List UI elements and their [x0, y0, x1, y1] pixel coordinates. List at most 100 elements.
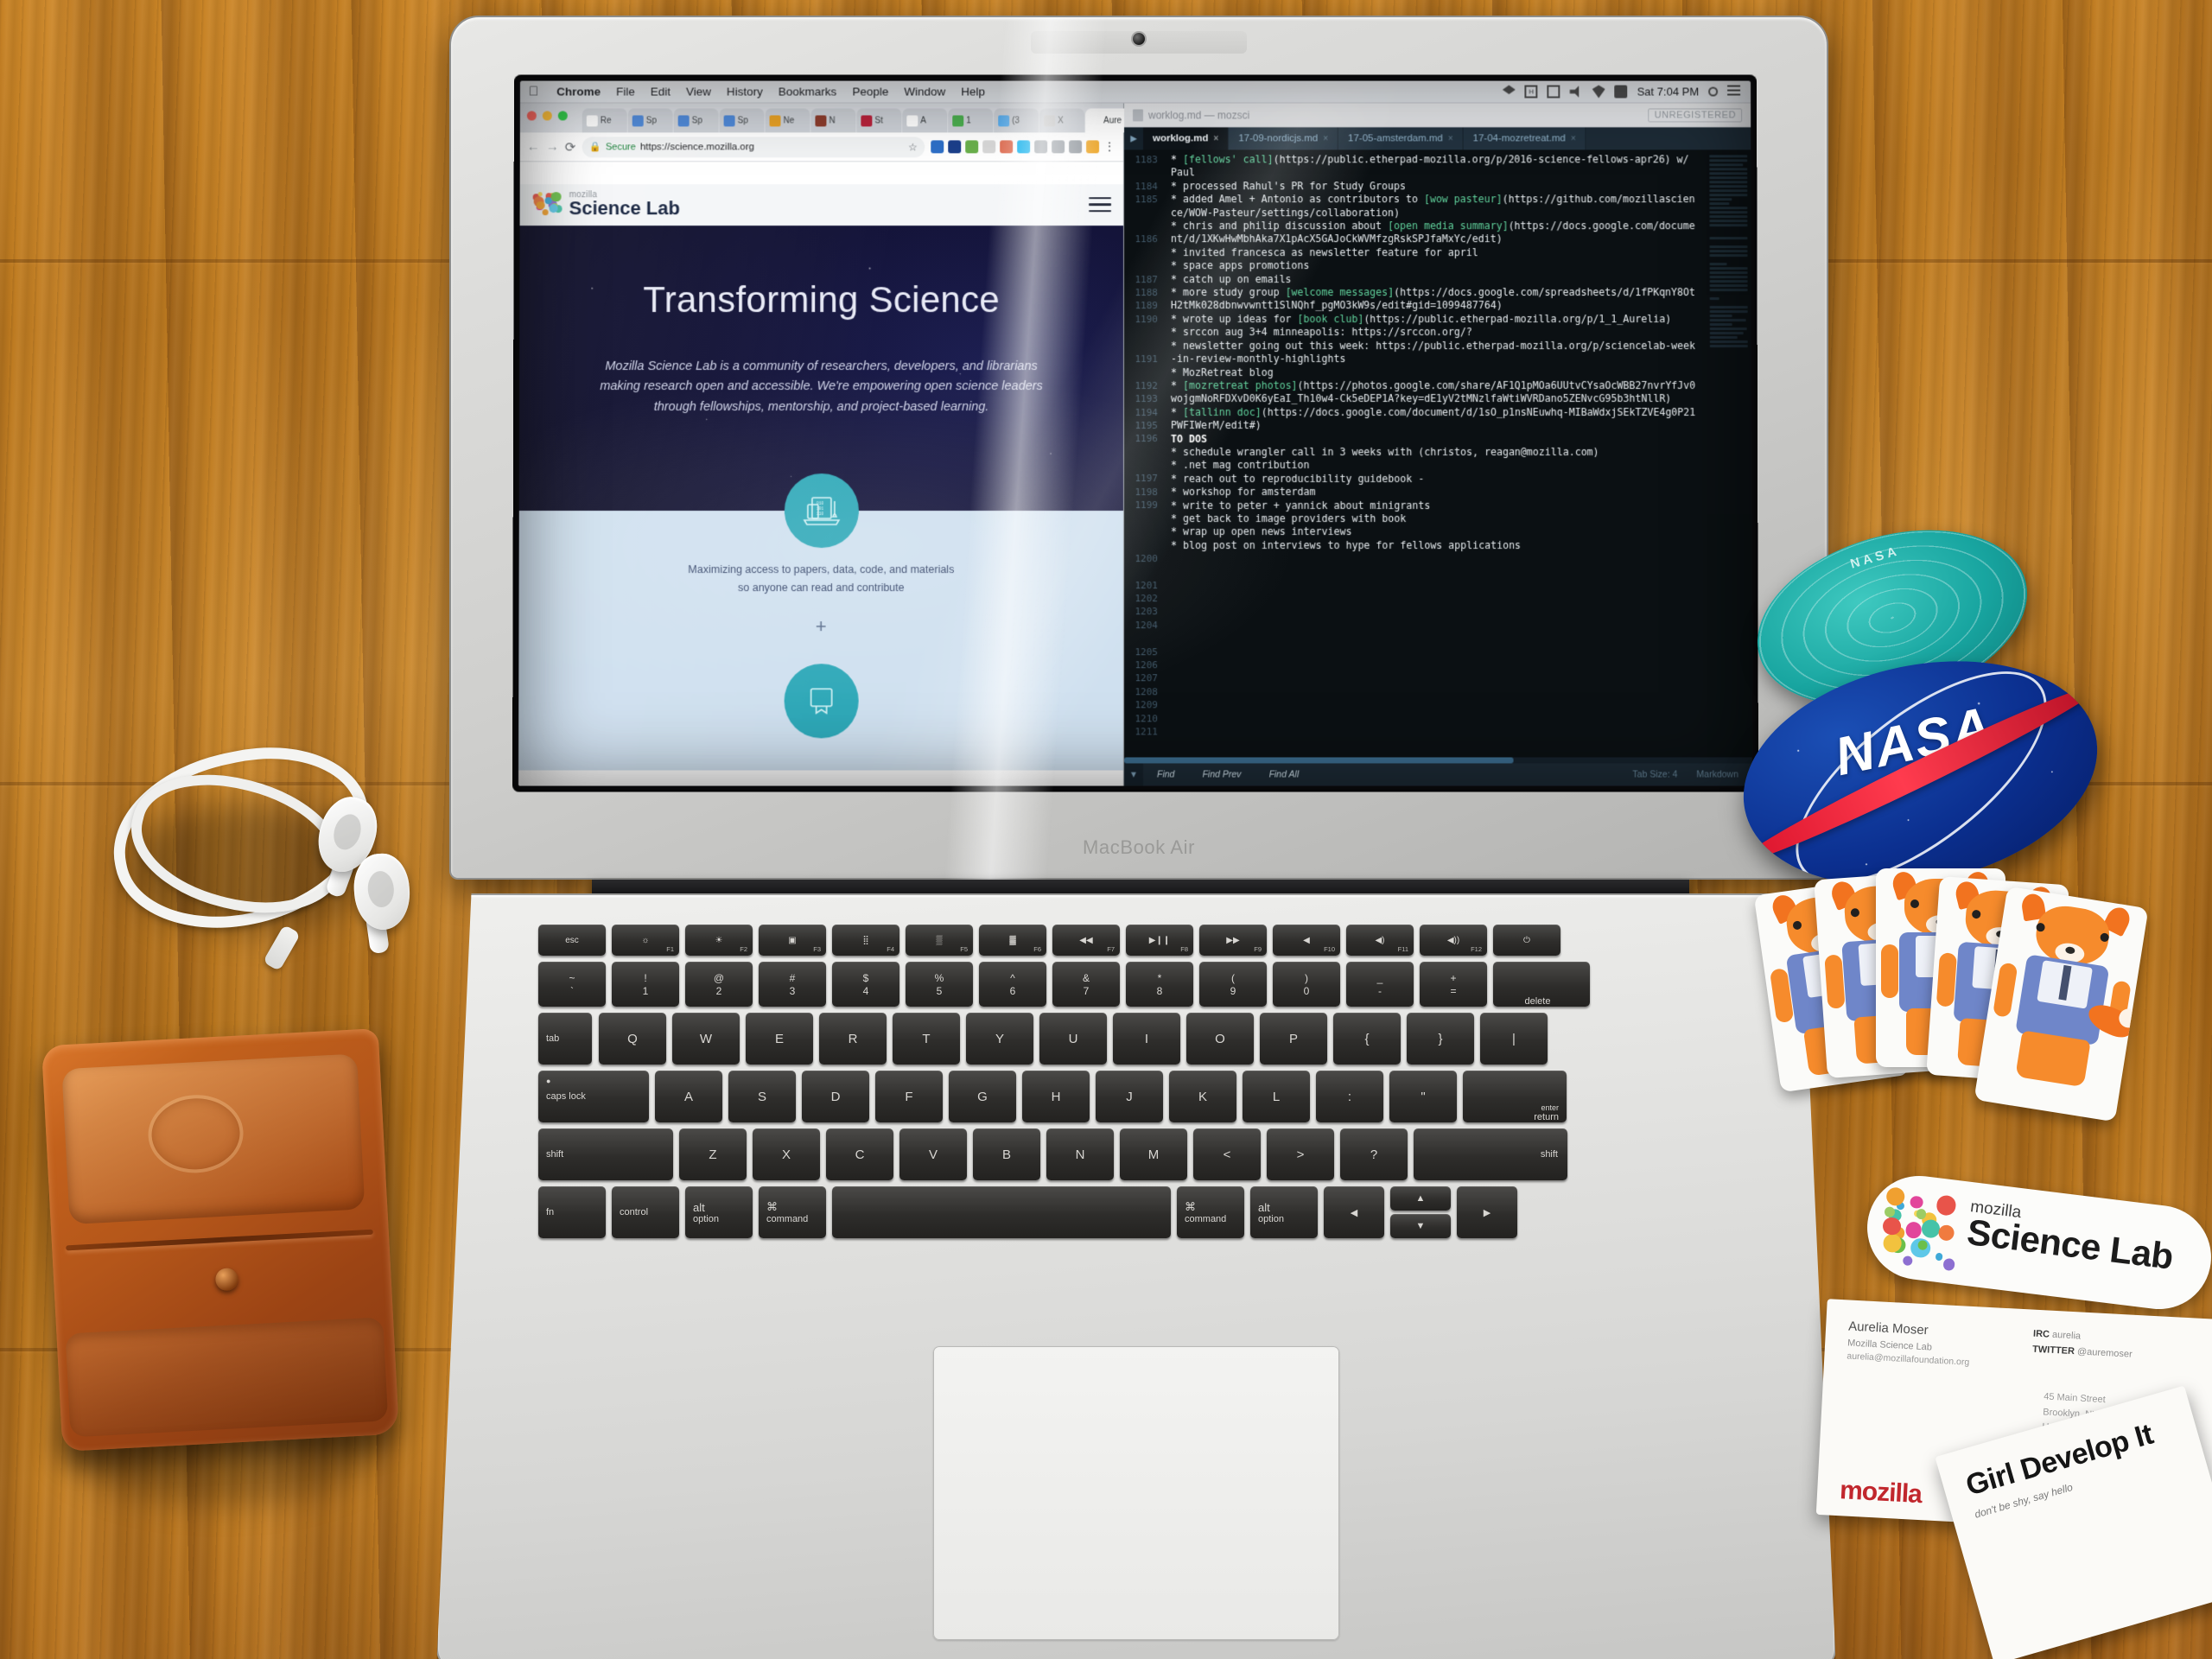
key-j[interactable]: J [1096, 1071, 1163, 1122]
key-f11[interactable]: ◀) F11 [1346, 925, 1414, 956]
sublime-tab[interactable]: 17-04-mozretreat.md × [1464, 127, 1586, 149]
key-f6[interactable]: ▓ F6 [979, 925, 1046, 956]
key-5[interactable]: % 5 [906, 962, 973, 1007]
keyboard-function-row[interactable]: esc ☼ F1 ☀ F2 ▣ F3 ⣿ F4 ▒ F5 ▓ F6 ◀◀ F7 ▶❙❙ F8 ▶▶ F9 ◀ F10 ◀)… [538, 925, 1688, 956]
key-f4[interactable]: ⣿ F4 [832, 925, 899, 956]
key-6[interactable]: ^ 6 [979, 962, 1046, 1007]
sublime-tab[interactable]: 17-05-amsterdam.md × [1338, 127, 1464, 149]
keyboard-modifier-row[interactable]: fn control alt option ⌘ command ⌘ command alt opt… [538, 1186, 1688, 1238]
chrome-tab[interactable]: Sp [628, 108, 673, 132]
sublime-tab[interactable]: worklog.md × [1143, 127, 1229, 149]
key-arrow-right[interactable]: ▶ [1457, 1186, 1517, 1238]
key-u[interactable]: U [1039, 1013, 1107, 1065]
menu-view[interactable]: View [678, 86, 719, 99]
cast-icon[interactable] [1069, 140, 1082, 153]
key-f1[interactable]: ☼ F1 [612, 925, 679, 956]
key-r[interactable]: R [819, 1013, 887, 1065]
menubar-clock[interactable]: Sat 7:04 PM [1637, 86, 1699, 99]
find-all-button[interactable]: Find All [1255, 769, 1313, 779]
key-delete[interactable]: delete [1493, 962, 1590, 1007]
key-f3[interactable]: ▣ F3 [759, 925, 826, 956]
key-2[interactable]: @2 [685, 962, 753, 1007]
chrome-tab[interactable]: Sp [674, 108, 719, 132]
key-i[interactable]: I [1113, 1013, 1180, 1065]
key-8[interactable]: * 8 [1126, 962, 1193, 1007]
key-1[interactable]: ! 1 [612, 962, 679, 1007]
key-a[interactable]: A [655, 1071, 722, 1122]
menu-chrome[interactable]: Chrome [549, 86, 608, 99]
key-k[interactable]: K [1169, 1071, 1236, 1122]
key-w[interactable]: W [672, 1013, 740, 1065]
chrome-tab[interactable]: Re [582, 108, 627, 132]
apple-logo-icon[interactable]:  [529, 85, 538, 99]
key-f10[interactable]: ◀ F10 [1273, 925, 1340, 956]
key-arrow-down[interactable]: ▼ [1390, 1214, 1451, 1238]
chrome-tab[interactable]: (3 [994, 108, 1039, 132]
key-arrow-left[interactable]: ◀ [1324, 1186, 1384, 1238]
key-sym[interactable]: | [1480, 1013, 1548, 1065]
key-tab[interactable]: tab [538, 1013, 592, 1065]
key-b[interactable]: B [973, 1128, 1040, 1180]
key-sym[interactable]: + = [1420, 962, 1487, 1007]
menu-bookmarks[interactable]: Bookmarks [771, 86, 844, 99]
sublime-editor-body[interactable]: 1183 1184 1185 1186 1187 1188 1189 1190 1191 1192… [1124, 149, 1752, 763]
key-f9[interactable]: ▶▶ F9 [1199, 925, 1267, 956]
key-sym[interactable]: ? [1340, 1128, 1408, 1180]
key-g[interactable]: G [949, 1071, 1016, 1122]
keyboard-number-row[interactable]: ~ `! 1 @2 #3 $4% 5 ^ 6 & 7 * 8(9) 0 _ - + = delete [538, 962, 1688, 1007]
key-sym[interactable]: } [1407, 1013, 1474, 1065]
menu-window[interactable]: Window [896, 86, 953, 99]
key-s[interactable]: S [728, 1071, 796, 1122]
key-esc[interactable]: esc [538, 925, 606, 956]
notification-center-icon[interactable] [1727, 86, 1740, 99]
key-p[interactable]: P [1260, 1013, 1327, 1065]
key-sym[interactable]: : [1316, 1071, 1383, 1122]
trackpad[interactable] [933, 1346, 1339, 1640]
key-m[interactable]: M [1120, 1128, 1187, 1180]
key-y[interactable]: Y [966, 1013, 1033, 1065]
arrow-key-cluster[interactable]: ◀ ▲ ▼ ▶ [1324, 1186, 1517, 1238]
lastpass-icon[interactable] [948, 140, 961, 153]
dropbox-icon[interactable] [1503, 86, 1516, 99]
privacy-badger-icon[interactable] [1000, 140, 1013, 153]
site-logo[interactable]: mozilla Science Lab [532, 191, 680, 218]
syntax-label[interactable]: Markdown [1696, 769, 1738, 779]
minimize-window-button[interactable] [543, 111, 552, 120]
keyboard-bottom-letter-row[interactable]: shift Z X C V B N M < >? shift [538, 1128, 1688, 1180]
find-prev-button[interactable]: Find Prev [1189, 769, 1255, 779]
key-command-left[interactable]: ⌘ command [759, 1186, 826, 1238]
key-f2[interactable]: ☀ F2 [685, 925, 753, 956]
keyboard[interactable]: esc ☼ F1 ☀ F2 ▣ F3 ⣿ F4 ▒ F5 ▓ F6 ◀◀ F7 ▶❙❙ F8 ▶▶ F9 ◀ F10 ◀)… [538, 925, 1688, 1201]
key-sym[interactable]: " [1389, 1071, 1457, 1122]
analytics-icon[interactable] [1052, 140, 1065, 153]
key-space[interactable] [832, 1186, 1171, 1238]
key-control[interactable]: control [612, 1186, 679, 1238]
airplay-icon[interactable] [1548, 86, 1560, 99]
chrome-tab[interactable]: Sp [720, 108, 765, 132]
key-q[interactable]: Q [599, 1013, 666, 1065]
volume-icon[interactable] [1570, 86, 1583, 99]
key-sym[interactable]: ~ ` [538, 962, 606, 1007]
maximize-window-button[interactable] [558, 111, 568, 120]
key-o[interactable]: O [1186, 1013, 1254, 1065]
editor-code-content[interactable]: * [fellows' call] (https://public.etherpa… [1164, 149, 1707, 763]
key-7[interactable]: & 7 [1052, 962, 1120, 1007]
screenshot-icon[interactable] [982, 140, 995, 153]
key-sym[interactable]: _ - [1346, 962, 1414, 1007]
key-sym[interactable]: < [1193, 1128, 1261, 1180]
editor-horizontal-scrollbar[interactable] [1124, 757, 1752, 763]
key-f[interactable]: F [875, 1071, 943, 1122]
key-f7[interactable]: ◀◀ F7 [1052, 925, 1120, 956]
find-panel-toggle-icon[interactable]: ▼ [1124, 763, 1143, 785]
key-caps-lock[interactable]: ● caps lock [538, 1071, 649, 1122]
menu-help[interactable]: Help [953, 86, 993, 99]
editor-minimap[interactable] [1706, 149, 1752, 763]
key-return[interactable]: enter return [1463, 1071, 1567, 1122]
key-shift-left[interactable]: shift [538, 1128, 673, 1180]
close-icon[interactable]: × [1571, 134, 1576, 143]
skype-icon[interactable] [1017, 140, 1030, 153]
battery-icon[interactable] [1615, 86, 1628, 99]
evernote-icon[interactable] [965, 140, 978, 153]
chrome-tab[interactable]: A [902, 108, 947, 132]
close-icon[interactable]: × [1323, 134, 1328, 143]
